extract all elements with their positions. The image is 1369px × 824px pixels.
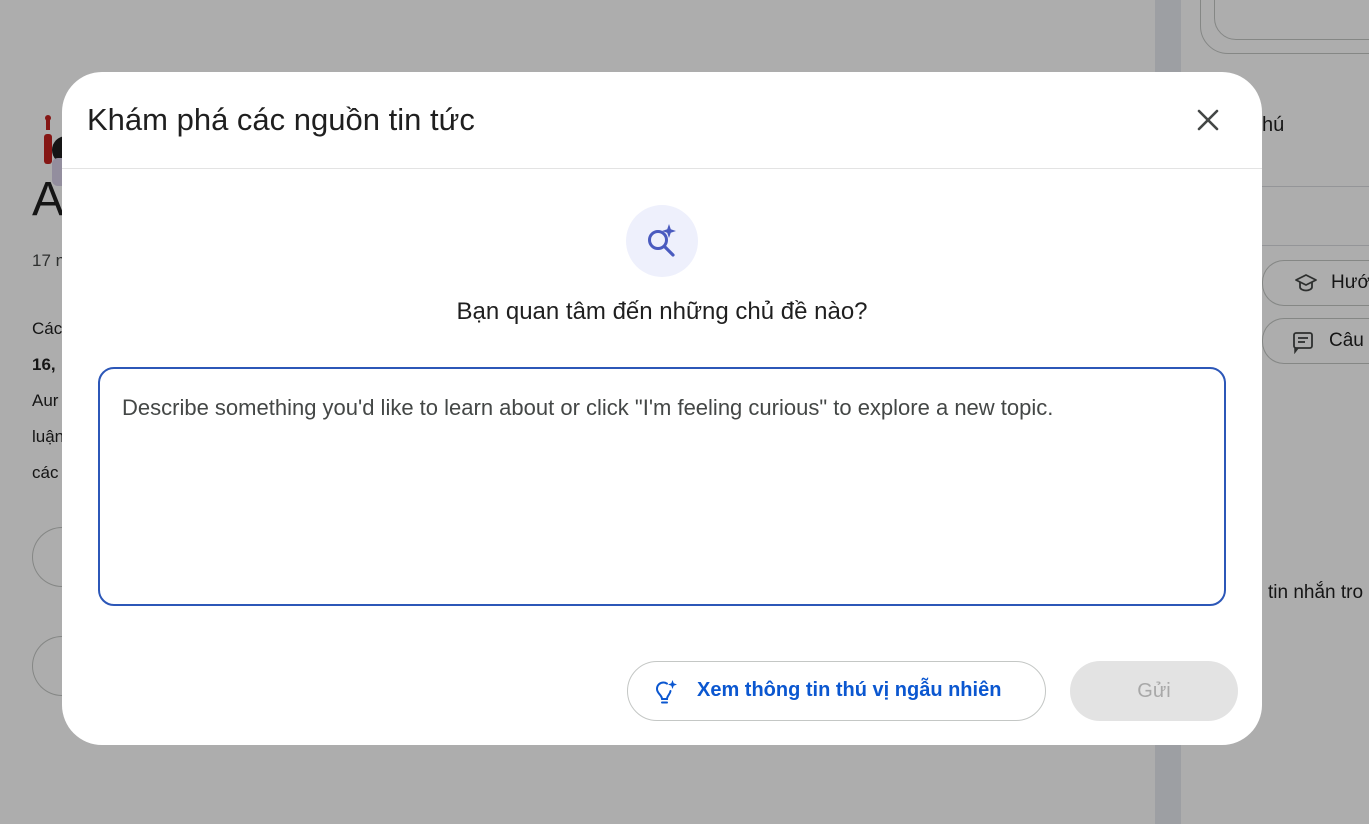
dialog-title: Khám phá các nguồn tin tức — [87, 102, 475, 137]
lightbulb-spark-icon — [655, 680, 677, 704]
search-spark-icon — [648, 224, 676, 257]
feeling-curious-label: Xem thông tin thú vị ngẫu nhiên — [697, 679, 1002, 701]
send-button[interactable]: Gửi — [1070, 661, 1238, 721]
search-badge — [626, 205, 698, 277]
topic-input[interactable] — [98, 367, 1226, 606]
close-icon — [1197, 109, 1219, 131]
feeling-curious-button[interactable]: Xem thông tin thú vị ngẫu nhiên — [627, 661, 1046, 721]
discover-sources-dialog: Khám phá các nguồn tin tức Bạn quan tâm … — [62, 72, 1262, 745]
close-button[interactable] — [1186, 98, 1230, 142]
dialog-header: Khám phá các nguồn tin tức — [62, 72, 1262, 169]
topic-question: Bạn quan tâm đến những chủ đề nào? — [456, 298, 868, 325]
